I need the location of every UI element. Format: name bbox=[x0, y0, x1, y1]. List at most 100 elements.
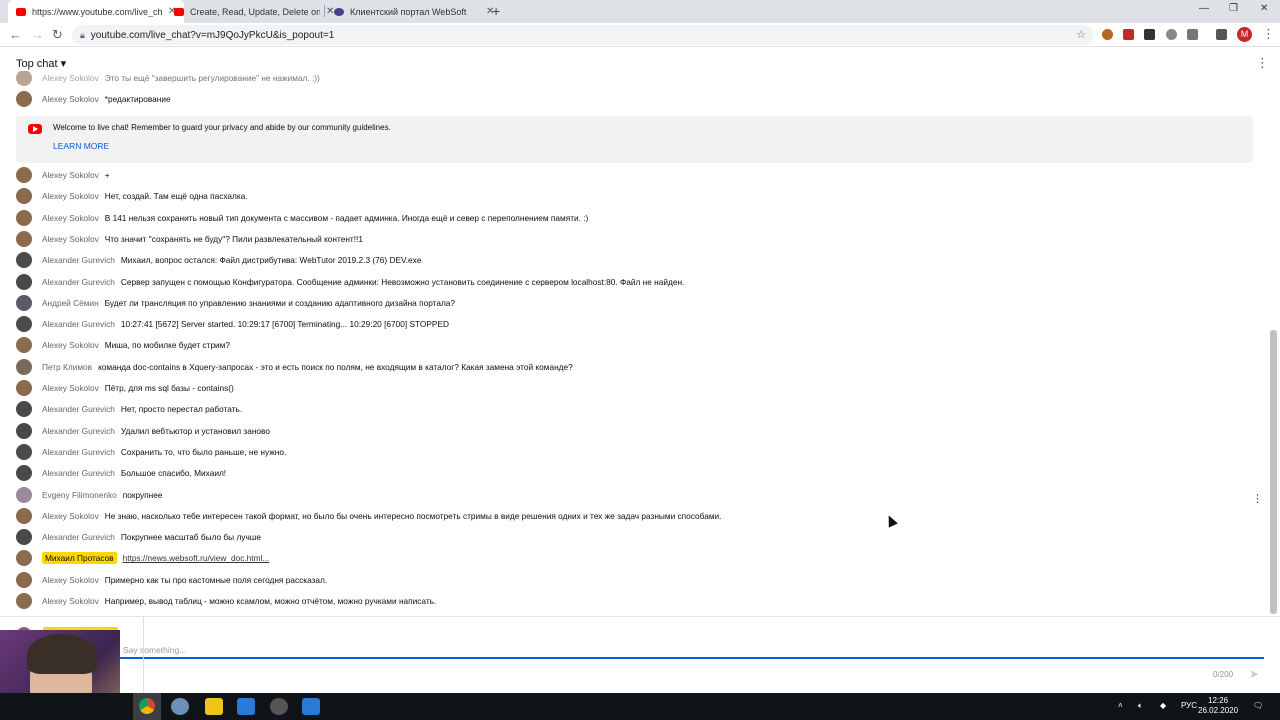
avatar bbox=[16, 380, 32, 396]
message-text: Например, вывод таблиц - можно ксамлом, … bbox=[104, 596, 437, 606]
message-text: Большое спасибо, Михаил! bbox=[120, 468, 227, 479]
chat-composer: Михаил Протасов Say something... 0/200 ➤ bbox=[0, 616, 1280, 694]
new-tab-plus-icon[interactable]: + bbox=[492, 3, 500, 19]
more-options-icon[interactable]: ⋮ bbox=[1256, 55, 1269, 71]
chevron-down-icon: ▾ bbox=[60, 58, 67, 70]
author-name: Alexander Gurevich bbox=[42, 276, 115, 287]
author-name: Alexey Sokolov bbox=[42, 510, 99, 521]
file-explorer-icon[interactable] bbox=[205, 698, 223, 715]
profile-avatar[interactable]: M bbox=[1237, 27, 1252, 42]
message-text: команда doc-contains в Xquery-запросах -… bbox=[98, 361, 573, 372]
message-link[interactable]: https://news.websoft.ru/view_doc.html... bbox=[123, 553, 270, 563]
send-icon[interactable]: ➤ bbox=[1249, 667, 1259, 681]
tab-title: https://www.youtube.com/live_ch bbox=[32, 6, 162, 17]
chrome-menu-icon[interactable]: ⋮ bbox=[1262, 26, 1275, 42]
chat-message: Alexander Gurevich Покрупнее масштаб было… bbox=[16, 527, 1261, 547]
message-text: Миша, по мобилке будет стрим? bbox=[104, 340, 231, 351]
playlist-icon[interactable] bbox=[1216, 29, 1227, 40]
chat-message: Alexey Sokolov Примерно как ты про кастом… bbox=[16, 570, 1261, 590]
chat-message: Андрей Сёмин Будет ли трансляция по управ… bbox=[16, 293, 1261, 313]
chat-message: Alexey Sokolov Например, вывод таблиц - м… bbox=[16, 591, 1261, 611]
avatar bbox=[16, 167, 32, 183]
tab-bar: https://www.youtube.com/live_ch ✕ Create… bbox=[0, 0, 1280, 23]
tab-youtube-live-chat[interactable]: https://www.youtube.com/live_ch ✕ bbox=[8, 0, 185, 23]
tray-chevron-icon[interactable]: ˄ bbox=[1118, 701, 1123, 710]
message-text: Не знаю, насколько тебе интересен такой … bbox=[104, 510, 722, 521]
message-menu-icon[interactable]: ⋮ bbox=[1252, 492, 1263, 505]
avatar bbox=[16, 507, 32, 524]
message-text: Будет ли трансляция по управлению знания… bbox=[104, 297, 456, 308]
notifications-icon[interactable]: 🗨︎ bbox=[1253, 701, 1263, 710]
welcome-banner: Welcome to live chat! Remember to guard … bbox=[16, 116, 1253, 163]
author-name: Alexander Gurevich bbox=[42, 446, 115, 457]
tab-crud[interactable]: Create, Read, Update, Delete one ✕ bbox=[166, 0, 342, 23]
chat-mode-label: Top chat bbox=[16, 58, 58, 70]
message-text: Удалил вебтьютор и установил заново bbox=[120, 425, 270, 436]
youtube-favicon-icon bbox=[16, 7, 26, 16]
avatar bbox=[16, 401, 32, 418]
divider bbox=[143, 617, 144, 694]
author-name: Alexey Sokolov bbox=[42, 596, 99, 606]
obs-icon[interactable] bbox=[270, 698, 288, 715]
forward-arrow-icon[interactable]: → bbox=[31, 27, 44, 42]
clock[interactable]: 12:26 26.02.2020 bbox=[1198, 696, 1238, 716]
extension-icon[interactable] bbox=[1123, 29, 1134, 40]
volume-icon[interactable]: 🔈︎ bbox=[1138, 701, 1143, 711]
windows-taskbar: ˄ 🔈︎ ◆ РУС 12:26 26.02.2020 🗨︎ bbox=[0, 693, 1280, 720]
chat-message: Alexander Gurevich Нет, просто перестал р… bbox=[16, 399, 1261, 419]
lock-icon: 🔒︎ bbox=[80, 29, 85, 40]
address-bar[interactable]: 🔒︎ youtube.com/live_chat?v=mJ9QoJyPkcU&i… bbox=[72, 25, 1094, 45]
minimize-icon[interactable]: — bbox=[1199, 3, 1209, 14]
extension-icon[interactable] bbox=[1144, 29, 1155, 40]
chat-message: Alexander Gurevich Михаил, вопрос остался… bbox=[16, 250, 1261, 270]
pocket-icon[interactable] bbox=[1166, 29, 1177, 40]
author-name: Alexander Gurevich bbox=[42, 404, 115, 415]
author-name: Alexander Gurevich bbox=[42, 468, 115, 479]
chat-message: Alexander Gurevich Удалил вебтьютор и уст… bbox=[16, 421, 1261, 441]
chat-message: Alexander Gurevich Большое спасибо, Михаи… bbox=[16, 463, 1261, 483]
message-text: Примерно как ты про кастомные поля сегод… bbox=[104, 574, 328, 585]
message-text: Что значит "сохранять не буду"? Пили раз… bbox=[104, 233, 363, 244]
taskbar-active-chrome[interactable] bbox=[133, 693, 161, 720]
app-icon[interactable] bbox=[171, 698, 189, 715]
close-window-icon[interactable]: ✕ bbox=[1260, 3, 1268, 14]
message-text: Сохранить то, что было раньше, не нужно. bbox=[120, 446, 287, 457]
avatar bbox=[16, 337, 32, 354]
author-name: Alexander Gurevich bbox=[42, 425, 115, 436]
char-counter: 0/200 bbox=[1213, 670, 1234, 679]
tab-websoft-portal[interactable]: Клиентский портал WebSoft ✕ bbox=[326, 0, 502, 23]
chat-message: Alexey Sokolov Что значит "сохранять не б… bbox=[16, 229, 1261, 249]
avatar bbox=[16, 252, 32, 269]
clock-time: 12:26 bbox=[1208, 696, 1229, 705]
bookmark-star-icon[interactable]: ☆ bbox=[1076, 28, 1086, 41]
clock-date: 26.02.2020 bbox=[1198, 706, 1239, 715]
learn-more-link[interactable]: LEARN MORE bbox=[53, 141, 109, 151]
message-text: *редактирование bbox=[104, 94, 171, 104]
language-indicator[interactable]: РУС bbox=[1181, 701, 1197, 710]
extension-icon[interactable] bbox=[1102, 29, 1113, 40]
tab-title: Create, Read, Update, Delete one bbox=[190, 6, 320, 17]
message-text: Покрупнее масштаб было бы лучше bbox=[120, 532, 262, 543]
chat-message: Alexey Sokolov В 141 нельзя сохранить нов… bbox=[16, 208, 1261, 228]
chat-message: Alexey Sokolov Миша, по мобилке будет стр… bbox=[16, 335, 1261, 355]
app-icon[interactable] bbox=[237, 698, 255, 715]
avatar bbox=[16, 443, 32, 460]
message-text: + bbox=[104, 170, 110, 180]
chat-mode-dropdown[interactable]: Top chat ▾ bbox=[16, 57, 66, 70]
chat-messages: Alexey Sokolov Это ты ещё "завершить рег… bbox=[0, 71, 1268, 616]
scrollbar-thumb[interactable] bbox=[1270, 330, 1277, 614]
back-arrow-icon[interactable]: ← bbox=[9, 27, 22, 42]
author-name: Alexey Sokolov bbox=[42, 574, 99, 585]
author-name: Андрей Сёмин bbox=[42, 297, 99, 308]
message-text: В 141 нельзя сохранить новый тип докумен… bbox=[104, 212, 589, 223]
dropbox-icon[interactable]: ◆ bbox=[1160, 701, 1166, 710]
restore-icon[interactable]: ❐ bbox=[1229, 3, 1238, 14]
reload-icon[interactable]: ↻ bbox=[52, 27, 63, 43]
app-icon[interactable] bbox=[302, 698, 320, 715]
avatar bbox=[16, 91, 32, 107]
chat-input[interactable]: Say something... bbox=[43, 645, 1264, 659]
author-name: Alexey Sokolov bbox=[42, 383, 99, 393]
extension-icon[interactable] bbox=[1187, 29, 1198, 40]
chat-message: Alexander Gurevich Сохранить то, что было… bbox=[16, 442, 1261, 462]
author-name: Alexey Sokolov bbox=[42, 233, 99, 244]
